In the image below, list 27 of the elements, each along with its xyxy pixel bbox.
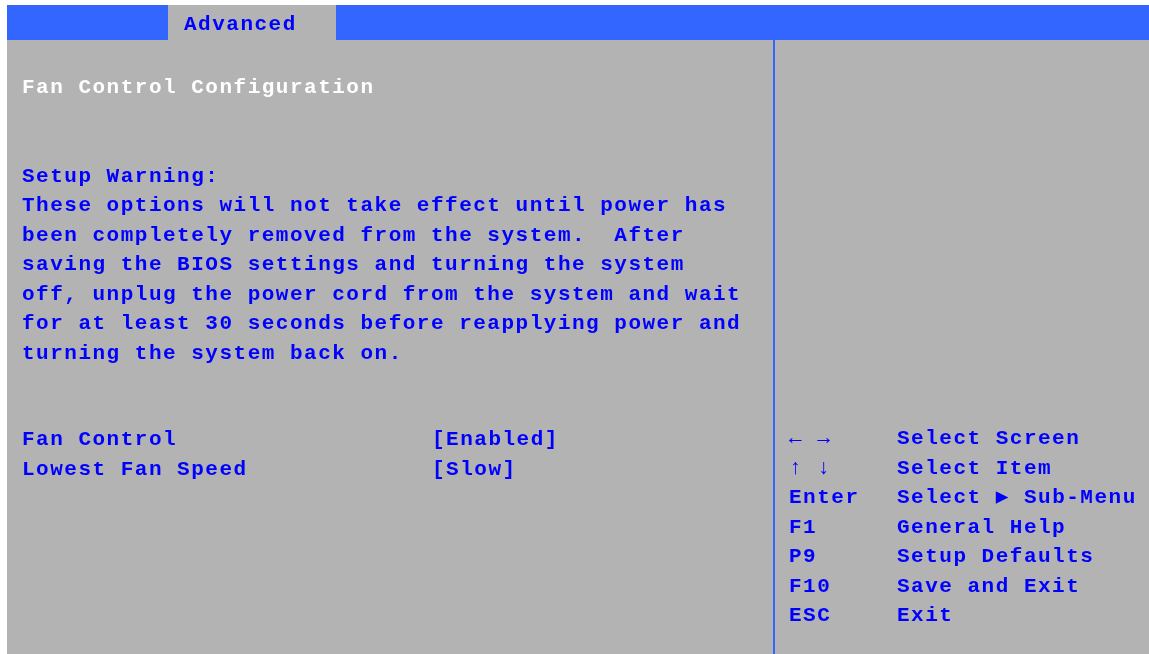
help-key: Enter xyxy=(789,483,897,513)
tab[interactable]: Advanced xyxy=(168,5,336,40)
warning-text: These options will not take effect until power has xyxy=(22,193,729,219)
help-action: Select Item xyxy=(897,455,1053,482)
help-action: Select Screen xyxy=(897,426,1081,452)
help-action: Save and Exit xyxy=(897,573,1081,600)
help-key: ↑ ↓ xyxy=(789,453,897,483)
help-action: Select ▶ Sub-Menu xyxy=(897,485,1137,511)
help-action: Exit xyxy=(897,603,954,629)
help-action: General Help xyxy=(897,514,1067,541)
warning-text: saving the BIOS settings and turning the system xyxy=(22,252,686,278)
help-key: P9 xyxy=(789,542,897,572)
help-key: F10 xyxy=(789,571,897,601)
warning-title: Setup Warning: xyxy=(22,163,221,190)
setting-label[interactable]: Lowest Fan Speed xyxy=(22,454,432,484)
setting-label[interactable]: Fan Control xyxy=(22,425,432,455)
warning-text: off, unplug the power cord from the system and wait xyxy=(22,281,743,308)
warning-text: for at least 30 seconds before reapplying power and xyxy=(22,311,743,337)
setting-value[interactable]: [Slow] xyxy=(432,454,517,484)
help-key: F1 xyxy=(789,512,897,542)
help-key: ESC xyxy=(789,601,897,631)
setting-value[interactable]: [Enabled] xyxy=(432,425,559,455)
warning-text: been completely removed from the system. After xyxy=(22,222,686,249)
warning-text: turning the system back on. xyxy=(22,340,404,367)
help-action: Setup Defaults xyxy=(897,544,1095,570)
page-title: Fan Control Configuration xyxy=(22,75,376,101)
help-key: ← → xyxy=(789,424,897,454)
